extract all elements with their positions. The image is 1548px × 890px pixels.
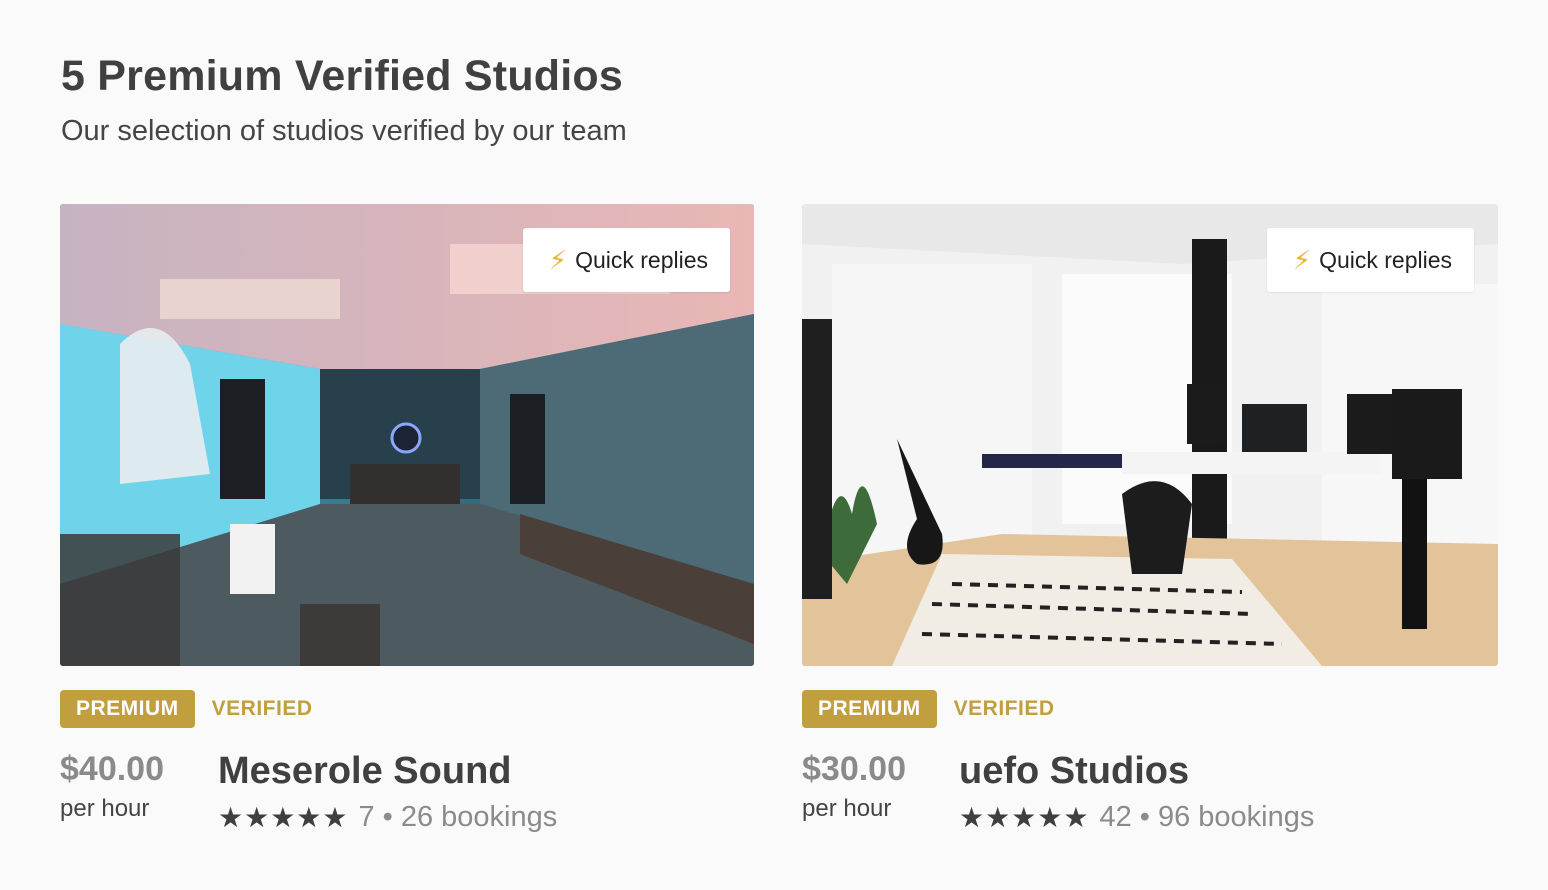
quick-replies-label: Quick replies [575,246,708,273]
price: $40.00 [60,750,164,788]
separator-dot: • [1139,801,1150,833]
price-block: $30.00 per hour [802,750,906,823]
separator-dot: • [382,801,393,833]
review-count: 42 [1099,801,1132,833]
verified-label: VERIFIED [211,697,313,720]
lightning-bolt-icon: ⚡ [548,245,568,275]
studio-info: uefo Studios ★★★★★ 42 • 96 bookings [959,750,1314,834]
review-count: 7 [358,801,375,833]
studio-name[interactable]: uefo Studios [959,750,1314,793]
star-icon: ★★★★★ [218,802,349,833]
studio-info: Meserole Sound ★★★★★ 7 • 26 bookings [218,750,557,834]
price-unit: per hour [60,795,150,822]
premium-badge: PREMIUM [60,690,195,728]
studio-rating: ★★★★★ 7 • 26 bookings [218,801,557,834]
quick-replies-label: Quick replies [1319,246,1452,273]
studio-rating: ★★★★★ 42 • 96 bookings [959,801,1314,834]
quick-replies-badge: ⚡ Quick replies [1266,228,1474,292]
studio-card[interactable]: ⚡ Quick replies PREMIUM VERIFIED $40.00 … [60,204,754,833]
price: $30.00 [802,750,906,788]
quick-replies-badge: ⚡ Quick replies [522,228,730,292]
price-unit: per hour [802,795,892,822]
studios-section: 5 Premium Verified Studios Our selection… [0,0,1548,890]
studio-photo[interactable]: ⚡ Quick replies [60,204,754,666]
studio-card[interactable]: ⚡ Quick replies PREMIUM VERIFIED $30.00 … [802,204,1498,833]
booking-count: 96 bookings [1157,801,1315,833]
studio-photo[interactable]: ⚡ Quick replies [802,204,1498,666]
booking-count: 26 bookings [400,801,558,833]
studio-name[interactable]: Meserole Sound [218,750,557,793]
star-icon: ★★★★★ [959,802,1090,833]
premium-badge: PREMIUM [802,690,937,728]
studio-tags: PREMIUM VERIFIED [802,690,1055,728]
studio-tags: PREMIUM VERIFIED [60,690,313,728]
section-subtitle: Our selection of studios verified by our… [61,115,627,147]
section-title: 5 Premium Verified Studios [61,52,623,100]
verified-label: VERIFIED [953,697,1055,720]
lightning-bolt-icon: ⚡ [1292,245,1312,275]
price-block: $40.00 per hour [60,750,164,823]
